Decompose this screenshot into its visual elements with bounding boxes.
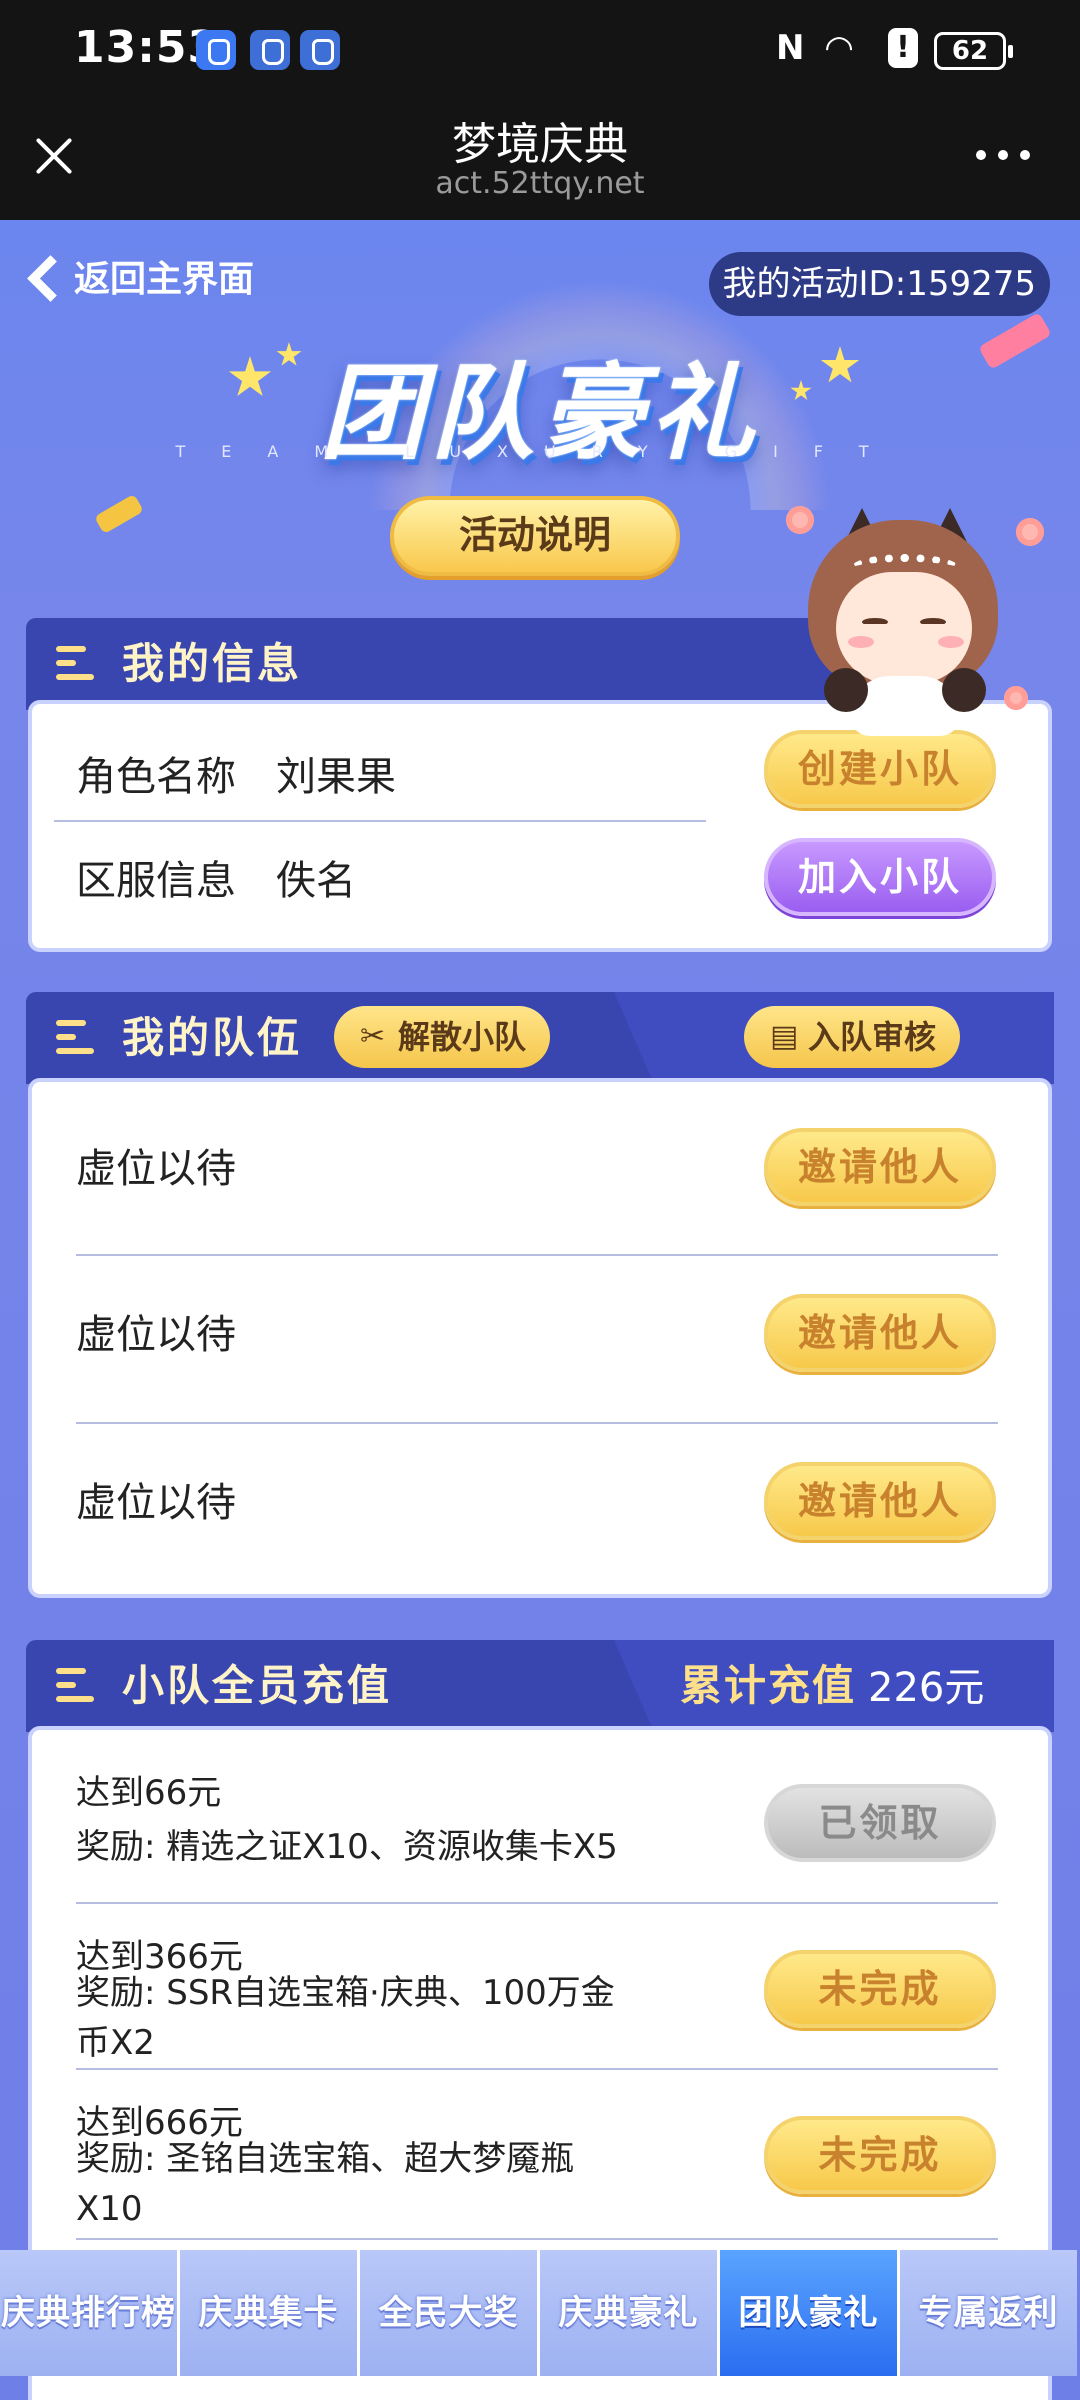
invite-button[interactable]: 邀请他人: [764, 1462, 996, 1540]
menu-lines-icon: [56, 1020, 94, 1056]
activity-page: 返回主界面 我的活动ID:159275 团队豪礼 TEAM LUXURY GIF…: [0, 220, 1080, 2400]
my-info-header: 我的信息: [26, 618, 846, 710]
tab-celebration-gifts[interactable]: 庆典豪礼: [540, 2250, 717, 2376]
shield-app-icon: [196, 30, 236, 70]
activity-rules-button[interactable]: 活动说明: [390, 496, 680, 576]
team-slot-label: 虚位以待: [76, 1312, 236, 1358]
divider: [76, 1902, 998, 1904]
mascot-character: [790, 490, 1030, 750]
my-info-title: 我的信息: [122, 639, 303, 688]
join-team-button[interactable]: 加入小队: [764, 838, 996, 916]
role-name-label: 角色名称: [76, 754, 236, 800]
divider: [76, 1422, 998, 1424]
tab-exclusive-rebate[interactable]: 专属返利: [900, 2250, 1077, 2376]
browser-header: 梦境庆典 act.52ttqy.net: [0, 100, 1080, 220]
my-team-header: 我的队伍 ✂ 解散小队 ▤ 入队审核: [26, 992, 1054, 1084]
battery-icon: 62: [934, 32, 1013, 70]
activity-id-badge: 我的活动ID:159275: [708, 252, 1050, 316]
join-review-label: 入队审核: [808, 1018, 937, 1056]
page-url: act.52ttqy.net: [435, 166, 645, 201]
reward-description-cont: 币X2: [76, 2023, 155, 2063]
disband-team-label: 解散小队: [398, 1018, 527, 1056]
my-team-card: 虚位以待 邀请他人 虚位以待 邀请他人 虚位以待 邀请他人: [28, 1078, 1052, 1598]
nfc-icon: N: [776, 28, 805, 68]
invite-button[interactable]: 邀请他人: [764, 1128, 996, 1206]
tab-card-collection[interactable]: 庆典集卡: [180, 2250, 357, 2376]
claimed-button[interactable]: 已领取: [764, 1784, 996, 1862]
tab-ranking[interactable]: 庆典排行榜: [0, 2250, 177, 2376]
divider: [76, 2238, 998, 2240]
reward-description: 奖励: 精选之证X10、资源收集卡X5: [76, 1827, 618, 1867]
total-recharge-value: 226元: [868, 1665, 985, 1711]
divider: [54, 820, 706, 822]
team-slot-label: 虚位以待: [76, 1146, 236, 1192]
menu-lines-icon: [56, 1668, 94, 1704]
divider: [76, 1254, 998, 1256]
wifi-icon: ◠: [826, 28, 853, 68]
recharge-header: 小队全员充值 累计充值 226元: [26, 1640, 1054, 1732]
scissors-icon: ✂: [360, 1019, 386, 1054]
reward-description: 奖励: 圣铭自选宝箱、超大梦魇瓶: [76, 2139, 575, 2179]
total-recharge-label: 累计充值: [680, 1661, 857, 1710]
app-icon: [250, 30, 290, 70]
invite-button[interactable]: 邀请他人: [764, 1294, 996, 1372]
team-slot-label: 虚位以待: [76, 1480, 236, 1526]
reward-description: 奖励: SSR自选宝箱·庆典、100万金: [76, 1973, 615, 2013]
my-team-title: 我的队伍: [122, 1013, 303, 1062]
recharge-title: 小队全员充值: [122, 1661, 393, 1710]
reward-description-cont: X10: [76, 2189, 143, 2229]
role-name-value: 刘果果: [276, 754, 396, 800]
back-arrow-icon: [26, 256, 66, 296]
more-options-icon[interactable]: [976, 150, 1036, 164]
app-icon: [300, 30, 340, 70]
tab-team-gifts[interactable]: 团队豪礼: [720, 2250, 897, 2376]
document-icon: ▤: [770, 1019, 799, 1054]
tab-grand-prize[interactable]: 全民大奖: [360, 2250, 537, 2376]
back-label: 返回主界面: [74, 259, 255, 300]
flower-decoration: [786, 506, 814, 534]
incomplete-button[interactable]: 未完成: [764, 2116, 996, 2194]
status-bar: 13:53 N ◠ ! 62: [0, 0, 1080, 100]
bottom-tab-bar: 庆典排行榜 庆典集卡 全民大奖 庆典豪礼 团队豪礼 专属返利: [0, 2250, 1080, 2376]
server-info-label: 区服信息: [76, 858, 236, 904]
server-info-value: 佚名: [276, 858, 356, 904]
incomplete-button[interactable]: 未完成: [764, 1950, 996, 2028]
ribbon-decoration: [94, 493, 144, 535]
divider: [76, 2068, 998, 2070]
alert-icon: !: [888, 28, 918, 68]
back-to-main-link[interactable]: 返回主界面: [26, 250, 254, 302]
menu-lines-icon: [56, 646, 94, 682]
join-review-button[interactable]: ▤ 入队审核: [744, 1006, 961, 1068]
reward-target: 达到66元: [76, 1773, 222, 1813]
page-title: 梦境庆典: [452, 119, 628, 170]
flower-decoration: [1004, 686, 1028, 710]
flower-decoration: [1016, 518, 1044, 546]
hero-subtitle: TEAM LUXURY GIFT: [175, 442, 905, 461]
disband-team-button[interactable]: ✂ 解散小队: [334, 1006, 551, 1068]
